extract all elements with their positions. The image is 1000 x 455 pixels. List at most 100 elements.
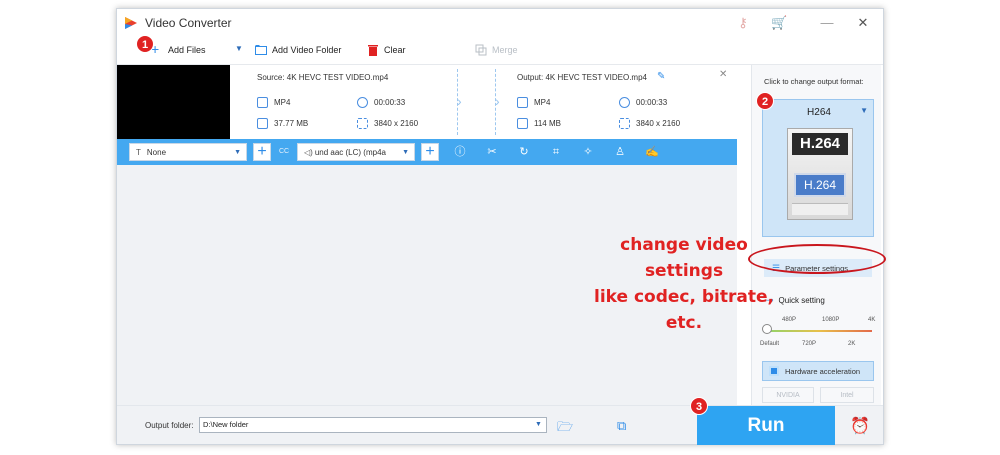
add-video-folder-button[interactable]: Add Video Folder — [255, 44, 341, 56]
add-files-button[interactable]: + Add Files — [151, 42, 206, 56]
merge-button[interactable]: Merge — [475, 44, 518, 56]
clock-icon — [619, 97, 630, 108]
add-files-label: Add Files — [168, 45, 206, 55]
edit-pen-icon[interactable]: ✍ — [645, 145, 659, 159]
format-card-top-label: H.264 — [792, 133, 848, 155]
output-duration-value: 00:00:33 — [636, 98, 668, 107]
annotation-line-2: like codec, bitrate, — [594, 287, 774, 307]
annotation-line-3: etc. — [665, 313, 703, 333]
output-format-selector[interactable]: H264 ▼ H.264 H.264 — [762, 99, 874, 237]
subtitle-select[interactable]: T None ▼ — [129, 143, 247, 161]
app-title: Video Converter — [145, 16, 232, 30]
export-folder-icon[interactable]: ⧉ — [617, 418, 626, 434]
dropdown-caret-icon[interactable]: ▼ — [535, 421, 542, 428]
toolbar: + Add Files ▼ Add Video Folder Clear Mer… — [117, 37, 883, 65]
watermark-stamp-icon[interactable]: ♙ — [613, 145, 627, 159]
minimize-button[interactable]: — — [817, 13, 837, 33]
hardware-acceleration-label: Hardware acceleration — [785, 366, 861, 376]
audio-track-value: und aac (LC) (mp4a — [314, 147, 386, 157]
source-duration: 00:00:33 — [357, 97, 405, 108]
audio-track-select[interactable]: ◁) und aac (LC) (mp4a ▼ — [297, 143, 415, 161]
intel-option[interactable]: Intel — [820, 387, 874, 403]
open-folder-icon[interactable]: 🗁 — [557, 418, 573, 440]
add-subtitle-button[interactable]: + — [253, 143, 271, 161]
tick-default: Default — [760, 341, 780, 347]
dropdown-caret-icon: ▼ — [402, 149, 409, 156]
quick-setting-text: Quick setting — [778, 296, 825, 305]
format-icon — [257, 97, 268, 108]
step-marker-1: 1 — [136, 35, 154, 53]
dropdown-caret-icon: ▼ — [234, 149, 241, 156]
annotation-ellipse — [748, 244, 886, 274]
clock-icon — [357, 97, 368, 108]
close-window-button[interactable]: ✕ — [853, 13, 873, 33]
dropdown-caret-icon: ▼ — [860, 106, 868, 115]
tick-1080p: 1080P — [822, 317, 840, 323]
trash-icon — [368, 45, 378, 56]
chip-icon — [769, 366, 779, 376]
output-duration: 00:00:33 — [619, 97, 667, 108]
source-size: 37.77 MB — [257, 118, 308, 129]
output-format: MP4 — [517, 97, 550, 108]
add-files-dropdown[interactable]: ▼ — [235, 44, 243, 53]
folder-add-icon — [255, 45, 267, 55]
crop-icon[interactable]: ⌗ — [549, 145, 563, 159]
format-icon — [517, 97, 528, 108]
app-window: Video Converter ⚷ 🛒 — ✕ + Add Files ▼ Ad… — [116, 8, 884, 445]
edit-toolbar: T None ▼ + CC ◁) und aac (LC) (mp4a ▼ + … — [117, 139, 737, 165]
title-bar: Video Converter ⚷ 🛒 — ✕ — [117, 9, 883, 37]
source-size-value: 37.77 MB — [274, 119, 309, 128]
source-filename: Source: 4K HEVC TEST VIDEO.mp4 — [257, 73, 389, 82]
folder-icon — [257, 118, 268, 129]
hardware-acceleration-button[interactable]: Hardware acceleration — [762, 361, 874, 381]
text-icon: T — [136, 147, 141, 157]
format-card-mid-label: H.264 — [794, 173, 846, 197]
chevron-right-icon: › — [495, 93, 500, 109]
tick-4k: 4K — [868, 317, 876, 323]
source-duration-value: 00:00:33 — [374, 98, 406, 107]
clear-label: Clear — [384, 45, 406, 55]
key-icon[interactable]: ⚷ — [735, 15, 751, 31]
app-logo-icon — [125, 17, 137, 29]
add-video-folder-label: Add Video Folder — [272, 45, 342, 55]
output-resolution: 3840 x 2160 — [619, 118, 680, 129]
source-format: MP4 — [257, 97, 290, 108]
step-marker-2: 2 — [756, 92, 774, 110]
run-button[interactable]: Run — [697, 406, 835, 445]
tick-2k: 2K — [848, 341, 856, 347]
speaker-icon: ◁) — [304, 147, 313, 157]
nvidia-option[interactable]: NVIDIA — [762, 387, 814, 403]
output-format-name: H264 — [807, 107, 831, 118]
subtitle-select-value: None — [146, 147, 167, 157]
cart-icon[interactable]: 🛒 — [771, 15, 787, 31]
rotate-icon[interactable]: ↻ — [517, 145, 531, 159]
format-card-base — [792, 203, 848, 215]
output-format-value: MP4 — [534, 98, 551, 107]
step-marker-3: 3 — [690, 397, 708, 415]
chevron-right-icon: › — [457, 93, 462, 109]
output-format-hint: Click to change output format: — [764, 77, 864, 86]
file-item[interactable]: Source: 4K HEVC TEST VIDEO.mp4 MP4 00:00… — [117, 65, 737, 139]
source-format-value: MP4 — [274, 98, 291, 107]
info-icon[interactable]: ⓘ — [453, 145, 467, 159]
output-size-value: 114 MB — [534, 119, 561, 128]
output-folder-input[interactable]: D:\New folder — [199, 417, 547, 433]
annotation-text: change video settings like codec, bitrat… — [584, 232, 784, 336]
output-resolution-value: 3840 x 2160 — [636, 119, 681, 128]
remove-file-icon[interactable]: ✕ — [719, 69, 727, 80]
clear-button[interactable]: Clear — [367, 44, 406, 56]
source-resolution: 3840 x 2160 — [357, 118, 418, 129]
effects-wand-icon[interactable]: ✧ — [581, 145, 595, 159]
video-thumbnail[interactable] — [117, 65, 230, 139]
scissors-icon[interactable]: ✂ — [485, 145, 499, 159]
tick-480p: 480P — [782, 317, 797, 323]
cc-icon[interactable]: CC — [275, 143, 293, 161]
bottom-bar: Output folder: D:\New folder ▼ 🗁 ⧉ Run ⏰ — [117, 405, 883, 445]
merge-icon — [475, 44, 487, 56]
output-size: 114 MB — [517, 118, 561, 129]
add-audio-button[interactable]: + — [421, 143, 439, 161]
alarm-clock-icon[interactable]: ⏰ — [850, 416, 870, 436]
output-folder-label: Output folder: — [145, 421, 194, 430]
edit-filename-icon[interactable]: ✎ — [657, 71, 665, 82]
resolution-icon — [619, 118, 630, 129]
